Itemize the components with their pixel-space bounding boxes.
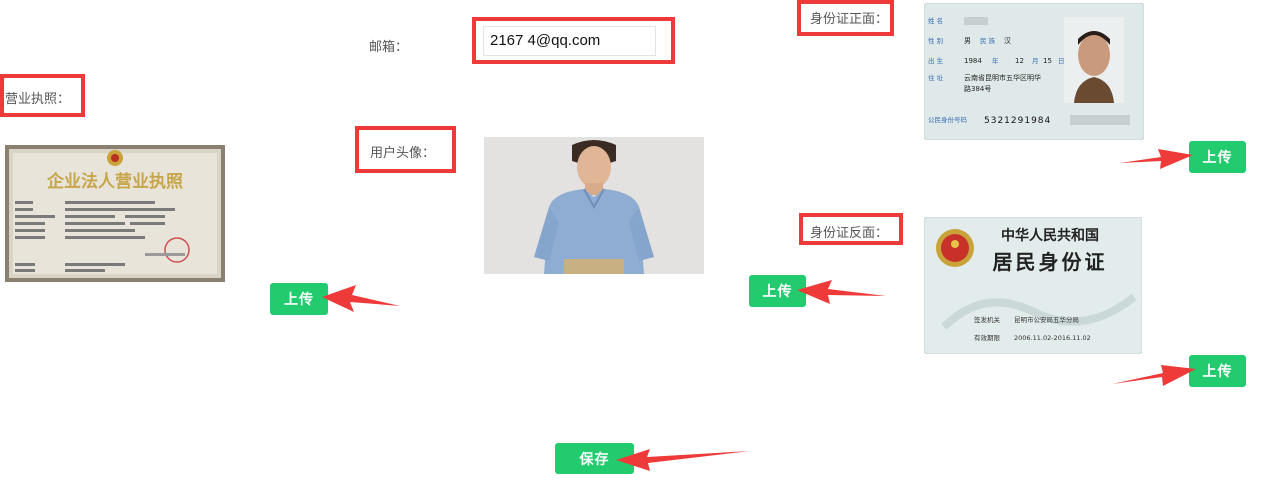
annotation-arrows xyxy=(322,149,1196,471)
arrow-save xyxy=(616,449,750,471)
arrow-license-upload xyxy=(322,285,400,312)
arrow-avatar-upload xyxy=(797,280,886,304)
arrow-id-front-upload xyxy=(1120,149,1193,169)
arrow-id-back-upload xyxy=(1112,365,1196,386)
